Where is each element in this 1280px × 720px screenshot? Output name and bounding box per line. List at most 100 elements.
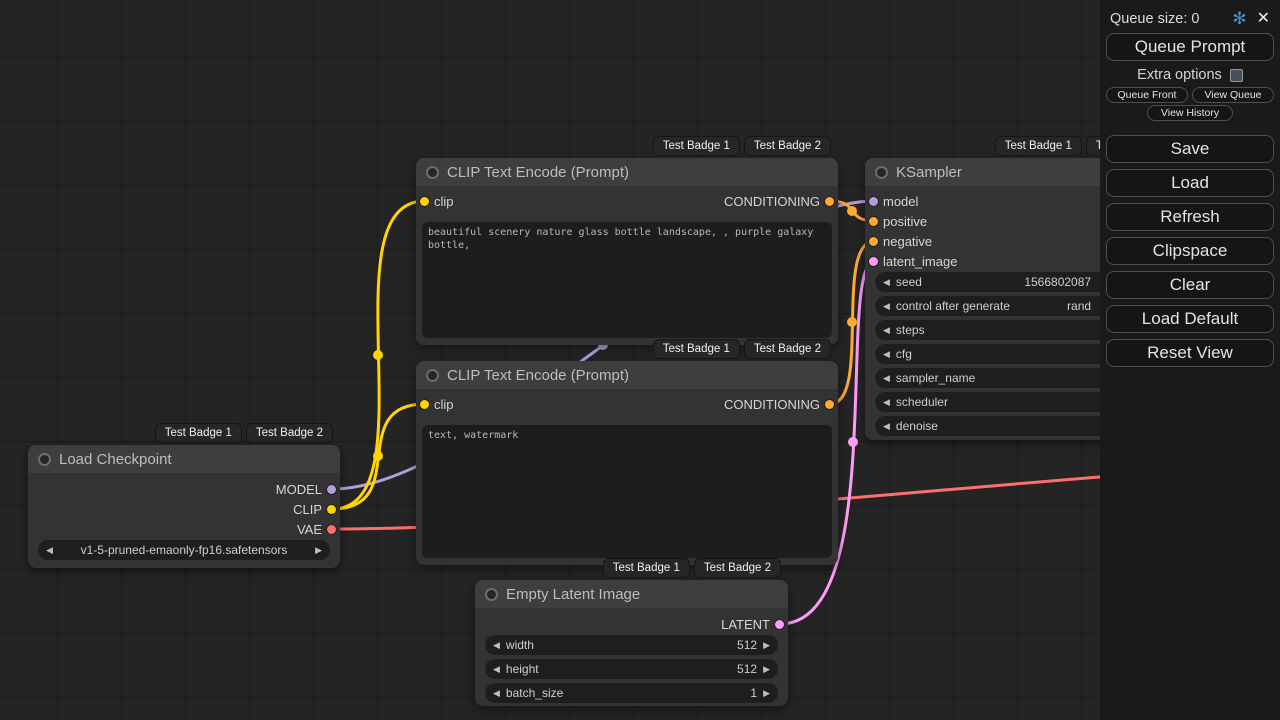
widget-value: 512 (737, 638, 757, 652)
badge-row: Test Badge 1 Test Badge 2 (156, 424, 332, 442)
vae-output-connector[interactable] (327, 525, 336, 534)
slot-label: negative (883, 234, 932, 249)
test-badge-2: Test Badge 2 (247, 424, 332, 442)
decrement-icon[interactable]: ◀ (883, 398, 890, 407)
node-title: KSampler (896, 164, 962, 181)
load-button[interactable]: Load (1106, 169, 1274, 197)
positive-input-connector[interactable] (869, 217, 878, 226)
badge-row: Test Badge 1 Test Badge 2 (654, 137, 830, 155)
decrement-icon[interactable]: ◀ (493, 641, 500, 650)
slot-clip-input: clip (434, 192, 454, 210)
widget-value: 512 (737, 662, 757, 676)
ckpt-name-combo[interactable]: ◀ v1-5-pruned-emaonly-fp16.safetensors ▶ (38, 540, 330, 560)
widget-value: 1566802087 (1024, 275, 1091, 289)
clip-input-connector[interactable] (420, 197, 429, 206)
node-title-bar[interactable]: Empty Latent Image (475, 580, 788, 608)
widget-label: batch_size (506, 686, 563, 700)
prompt-textarea[interactable]: text, watermark (422, 425, 832, 558)
node-title-bar[interactable]: CLIP Text Encode (Prompt) (416, 361, 838, 389)
widget-label: width (506, 638, 534, 652)
test-badge-2: Test Badge 2 (745, 137, 830, 155)
combo-prev-icon[interactable]: ◀ (46, 546, 53, 555)
decrement-icon[interactable]: ◀ (883, 302, 890, 311)
conditioning-output-connector[interactable] (825, 197, 834, 206)
queue-front-button[interactable]: Queue Front (1106, 87, 1188, 103)
comfy-menu-panel: Queue size: 0 ✻ ✕ Queue Prompt Extra opt… (1100, 0, 1280, 720)
clip-input-connector[interactable] (420, 400, 429, 409)
widget-label: height (506, 662, 539, 676)
height-widget[interactable]: ◀ height 512 ▶ (485, 659, 778, 679)
widget-label: scheduler (896, 395, 948, 409)
slot-label: latent_image (883, 254, 957, 269)
decrement-icon[interactable]: ◀ (883, 350, 890, 359)
prompt-textarea[interactable]: beautiful scenery nature glass bottle la… (422, 222, 832, 338)
clipspace-button[interactable]: Clipspace (1106, 237, 1274, 265)
queue-prompt-button[interactable]: Queue Prompt (1106, 33, 1274, 61)
slot-clip-input: clip (434, 395, 454, 413)
increment-icon[interactable]: ▶ (763, 641, 770, 650)
test-badge-2: Test Badge 2 (745, 340, 830, 358)
node-title-bar[interactable]: Load Checkpoint (28, 445, 340, 473)
increment-icon[interactable]: ▶ (763, 665, 770, 674)
node-title: Empty Latent Image (506, 586, 640, 603)
width-widget[interactable]: ◀ width 512 ▶ (485, 635, 778, 655)
clear-button[interactable]: Clear (1106, 271, 1274, 299)
widget-value: rand (1067, 299, 1091, 313)
decrement-icon[interactable]: ◀ (883, 278, 890, 287)
model-output-connector[interactable] (327, 485, 336, 494)
decrement-icon[interactable]: ◀ (493, 689, 500, 698)
slot-label: CONDITIONING (724, 194, 820, 209)
node-clip-text-encode-negative[interactable]: Test Badge 1 Test Badge 2 CLIP Text Enco… (416, 361, 838, 565)
view-queue-button[interactable]: View Queue (1192, 87, 1274, 103)
slot-latent-image-input: latent_image (883, 252, 957, 270)
widget-value: 1 (750, 686, 757, 700)
load-default-button[interactable]: Load Default (1106, 305, 1274, 333)
collapse-dot-icon[interactable] (875, 166, 888, 179)
node-load-checkpoint[interactable]: Test Badge 1 Test Badge 2 Load Checkpoin… (28, 445, 340, 568)
queue-small-buttons: Queue Front View Queue (1106, 87, 1274, 103)
decrement-icon[interactable]: ◀ (883, 374, 890, 383)
extra-options-checkbox[interactable] (1230, 69, 1243, 82)
badge-row: Test Badge 1 Test Badge 2 (654, 340, 830, 358)
slot-label: MODEL (276, 482, 322, 497)
node-title: Load Checkpoint (59, 451, 172, 468)
clip-output-connector[interactable] (327, 505, 336, 514)
node-title-bar[interactable]: CLIP Text Encode (Prompt) (416, 158, 838, 186)
latent-image-input-connector[interactable] (869, 257, 878, 266)
view-history-button[interactable]: View History (1147, 105, 1233, 121)
increment-icon[interactable]: ▶ (763, 689, 770, 698)
node-title: CLIP Text Encode (Prompt) (447, 367, 629, 384)
collapse-dot-icon[interactable] (38, 453, 51, 466)
close-icon[interactable]: ✕ (1257, 11, 1270, 27)
slot-label: positive (883, 214, 927, 229)
extra-options-row: Extra options (1106, 67, 1274, 83)
node-title: CLIP Text Encode (Prompt) (447, 164, 629, 181)
widget-label: steps (896, 323, 925, 337)
reset-view-button[interactable]: Reset View (1106, 339, 1274, 367)
decrement-icon[interactable]: ◀ (493, 665, 500, 674)
negative-input-connector[interactable] (869, 237, 878, 246)
slot-label: CONDITIONING (724, 397, 820, 412)
collapse-dot-icon[interactable] (485, 588, 498, 601)
save-button[interactable]: Save (1106, 135, 1274, 163)
slot-conditioning-output: CONDITIONING (724, 395, 820, 413)
badge-row: Test Badge 1 Test Badge 2 (604, 559, 780, 577)
node-empty-latent-image[interactable]: Test Badge 1 Test Badge 2 Empty Latent I… (475, 580, 788, 706)
decrement-icon[interactable]: ◀ (883, 326, 890, 335)
collapse-dot-icon[interactable] (426, 166, 439, 179)
settings-gear-icon[interactable]: ✻ (1232, 10, 1246, 27)
batch-size-widget[interactable]: ◀ batch_size 1 ▶ (485, 683, 778, 703)
extra-options-label: Extra options (1137, 67, 1222, 83)
refresh-button[interactable]: Refresh (1106, 203, 1274, 231)
widget-label: seed (896, 275, 922, 289)
combo-next-icon[interactable]: ▶ (315, 546, 322, 555)
decrement-icon[interactable]: ◀ (883, 422, 890, 431)
conditioning-output-connector[interactable] (825, 400, 834, 409)
widget-label: denoise (896, 419, 938, 433)
collapse-dot-icon[interactable] (426, 369, 439, 382)
slot-latent-output: LATENT (721, 615, 770, 633)
model-input-connector[interactable] (869, 197, 878, 206)
test-badge-1: Test Badge 1 (654, 137, 739, 155)
latent-output-connector[interactable] (775, 620, 784, 629)
node-clip-text-encode-positive[interactable]: Test Badge 1 Test Badge 2 CLIP Text Enco… (416, 158, 838, 345)
